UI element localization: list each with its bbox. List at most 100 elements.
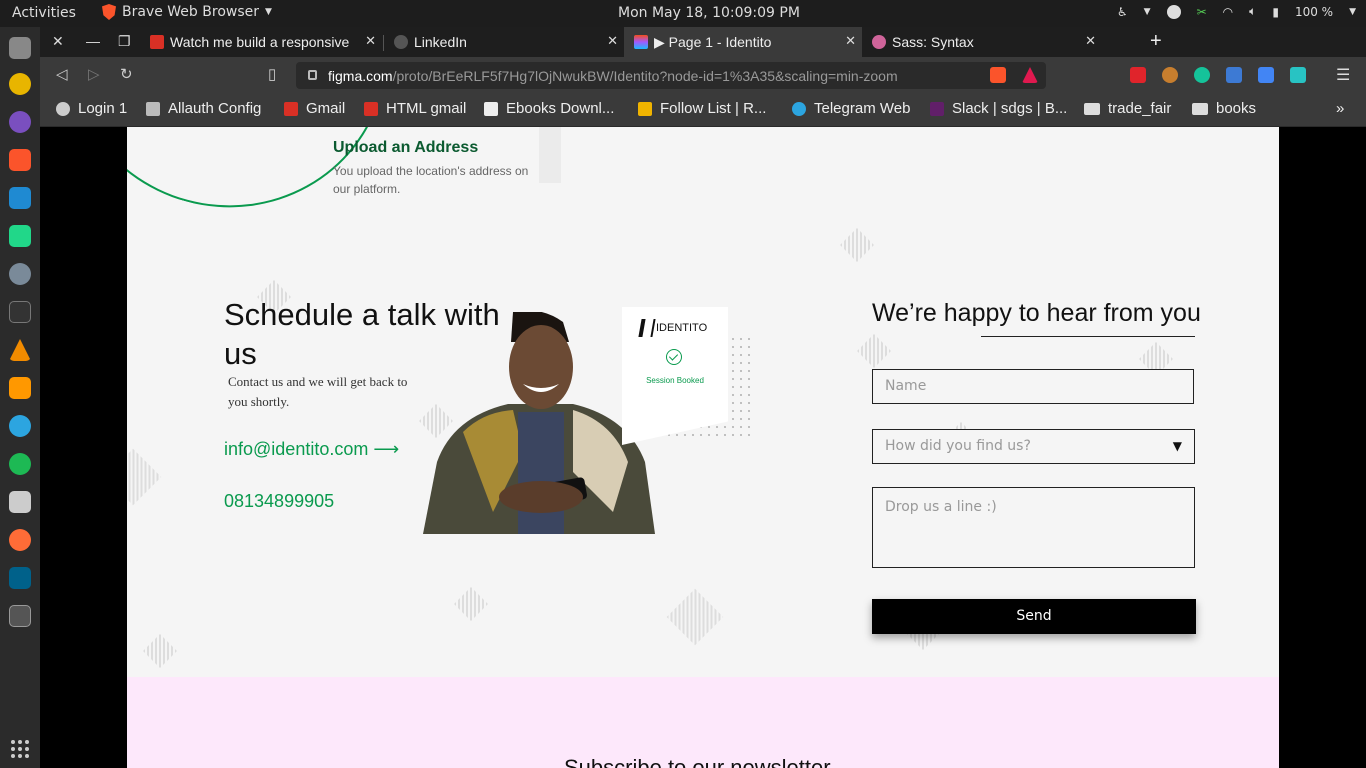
message-field[interactable]: Drop us a line :) bbox=[872, 487, 1195, 568]
close-tab-icon[interactable]: ✕ bbox=[1085, 33, 1096, 49]
close-tab-icon[interactable]: ✕ bbox=[845, 33, 856, 49]
decorative-diamond bbox=[857, 334, 891, 368]
podcast-icon[interactable] bbox=[9, 111, 31, 133]
heading-underline bbox=[981, 336, 1195, 337]
url-path: /proto/BrEeRLF5f7Hg7lOjNwukBW/Identito?n… bbox=[392, 67, 898, 84]
person-photo bbox=[423, 312, 655, 534]
form-heading: We’re happy to hear from you bbox=[872, 299, 1201, 327]
settings-icon[interactable] bbox=[9, 263, 31, 285]
building-icon bbox=[146, 101, 160, 116]
telegram-icon bbox=[792, 101, 806, 116]
app-menu[interactable]: Brave Web Browser ▼ bbox=[102, 4, 272, 20]
linkedin-favicon-icon bbox=[394, 35, 408, 49]
activities-button[interactable]: Activities bbox=[12, 5, 76, 21]
vlc-icon[interactable] bbox=[9, 339, 31, 361]
close-tab-icon[interactable]: ✕ bbox=[607, 33, 618, 49]
forward-icon[interactable]: ▷ bbox=[88, 65, 100, 83]
name-field[interactable]: Name bbox=[872, 369, 1194, 404]
tab-sass-syntax[interactable]: Sass: Syntax ✕ bbox=[862, 27, 1102, 57]
rhythmbox-icon[interactable] bbox=[9, 73, 31, 95]
chevron-down-icon: ▼ bbox=[1143, 6, 1151, 17]
clock[interactable]: Mon May 18, 10:09:09 PM bbox=[618, 5, 800, 21]
telegram-dock-icon[interactable] bbox=[9, 415, 31, 437]
bookmark-telegram-web[interactable]: Telegram Web bbox=[792, 100, 910, 117]
bookmark-folder-trade-fair[interactable]: trade_fair bbox=[1084, 100, 1171, 117]
close-tab-icon[interactable]: ✕ bbox=[365, 33, 376, 49]
owl-extension-icon[interactable] bbox=[1162, 67, 1178, 83]
url-host: figma.com bbox=[328, 67, 393, 84]
restore-window-icon[interactable]: ❐ bbox=[118, 33, 131, 50]
figma-favicon-icon bbox=[634, 35, 648, 49]
bookmark-icon[interactable]: ▯ bbox=[268, 65, 276, 83]
spotify-icon[interactable] bbox=[9, 453, 31, 475]
system-tray[interactable]: ♿ ▼ ✂ ◠ 🔈︎ ▮ 100 % ▼ bbox=[1117, 4, 1356, 19]
gmail-favicon-icon bbox=[150, 35, 164, 49]
source-select-placeholder: How did you find us? bbox=[885, 438, 1031, 454]
bookmark-login-1[interactable]: Login 1 bbox=[56, 100, 127, 117]
lastpass-icon[interactable] bbox=[1130, 67, 1146, 83]
postman-icon[interactable] bbox=[9, 529, 31, 551]
globe-icon bbox=[56, 101, 70, 116]
brave-icon bbox=[102, 4, 116, 20]
workbench-icon[interactable] bbox=[9, 567, 31, 589]
follow-icon bbox=[638, 101, 652, 116]
storage-icon[interactable] bbox=[9, 491, 31, 513]
bookmark-html-gmail[interactable]: HTML gmail bbox=[364, 100, 466, 117]
phone-number: 08134899905 bbox=[224, 491, 335, 511]
power-menu-icon[interactable]: ▼ bbox=[1349, 7, 1356, 17]
bookmarks-bar: Login 1 Allauth Config Gmail HTML gmail … bbox=[40, 93, 1366, 127]
accessibility-icon[interactable]: ♿ bbox=[1117, 5, 1128, 19]
vscode-icon[interactable] bbox=[9, 187, 31, 209]
files-icon[interactable] bbox=[9, 37, 31, 59]
battery-icon[interactable]: ▮ bbox=[1272, 5, 1279, 19]
volume-icon[interactable]: 🔈︎ bbox=[1249, 4, 1256, 19]
check-circle-icon bbox=[666, 349, 682, 365]
brave-dock-icon[interactable] bbox=[9, 149, 31, 171]
sublime-icon[interactable] bbox=[9, 377, 31, 399]
upload-step-description: You upload the location's address on our… bbox=[333, 164, 529, 196]
session-booked-card: IDENTITO Session Booked bbox=[622, 307, 728, 445]
sass-favicon-icon bbox=[872, 35, 886, 49]
send-button[interactable]: Send bbox=[872, 599, 1196, 634]
bookmark-slack[interactable]: Slack | sdgs | B... bbox=[930, 100, 1067, 117]
back-icon[interactable]: ◁ bbox=[56, 65, 68, 83]
prototype-viewport: Upload an Address You upload the locatio… bbox=[40, 127, 1366, 768]
scissors-icon[interactable]: ✂ bbox=[1197, 5, 1207, 19]
folder-icon bbox=[1084, 102, 1100, 115]
bookmark-ebooks[interactable]: Ebooks Downl... bbox=[484, 100, 614, 117]
reload-icon[interactable]: ↻ bbox=[120, 65, 133, 83]
new-tab-button[interactable]: + bbox=[1150, 30, 1162, 53]
menu-icon[interactable]: ☰ bbox=[1336, 65, 1350, 85]
decorative-diamond bbox=[840, 228, 874, 262]
tab-watch-me-build[interactable]: Watch me build a responsive ✕ bbox=[140, 27, 382, 57]
bookmark-allauth-config[interactable]: Allauth Config bbox=[146, 100, 261, 117]
upload-step-title: Upload an Address bbox=[333, 139, 479, 156]
pycharm-icon[interactable] bbox=[9, 225, 31, 247]
system-monitor-icon[interactable] bbox=[9, 605, 31, 627]
show-apps-icon[interactable] bbox=[11, 740, 29, 758]
session-status: Session Booked bbox=[646, 376, 704, 385]
google-translate-icon[interactable] bbox=[1258, 67, 1274, 83]
more-bookmarks-icon[interactable]: » bbox=[1336, 100, 1344, 117]
source-select[interactable]: How did you find us? ▼ bbox=[872, 429, 1195, 464]
brave-shields-icon[interactable] bbox=[990, 67, 1006, 83]
decorative-diamond bbox=[666, 588, 724, 646]
lock-icon bbox=[308, 70, 317, 80]
email-link[interactable]: info@identito.com ⟶ bbox=[224, 439, 399, 460]
clock-app-icon[interactable] bbox=[1166, 4, 1181, 19]
reader-extension-icon[interactable] bbox=[1290, 67, 1306, 83]
puzzle-extension-icon[interactable] bbox=[1226, 67, 1242, 83]
bookmark-folder-books[interactable]: books bbox=[1192, 100, 1256, 117]
wifi-icon[interactable]: ◠ bbox=[1223, 5, 1233, 19]
prototype-frame: Upload an Address You upload the locatio… bbox=[127, 127, 1279, 768]
terminal-icon[interactable] bbox=[9, 301, 31, 323]
tab-linkedin[interactable]: LinkedIn ✕ bbox=[384, 27, 624, 57]
decorative-diamond bbox=[127, 448, 162, 506]
minimize-window-icon[interactable]: — bbox=[86, 33, 100, 49]
address-bar[interactable]: figma.com /proto/BrEeRLF5f7Hg7lOjNwukBW/… bbox=[296, 62, 1046, 89]
bookmark-follow-list[interactable]: Follow List | R... bbox=[638, 100, 766, 117]
close-window-icon[interactable]: ✕ bbox=[52, 33, 64, 50]
tab-page-1-identito[interactable]: ▶ Page 1 - Identito ✕ bbox=[624, 27, 862, 57]
bookmark-gmail[interactable]: Gmail bbox=[284, 100, 345, 117]
grammarly-icon[interactable] bbox=[1194, 67, 1210, 83]
